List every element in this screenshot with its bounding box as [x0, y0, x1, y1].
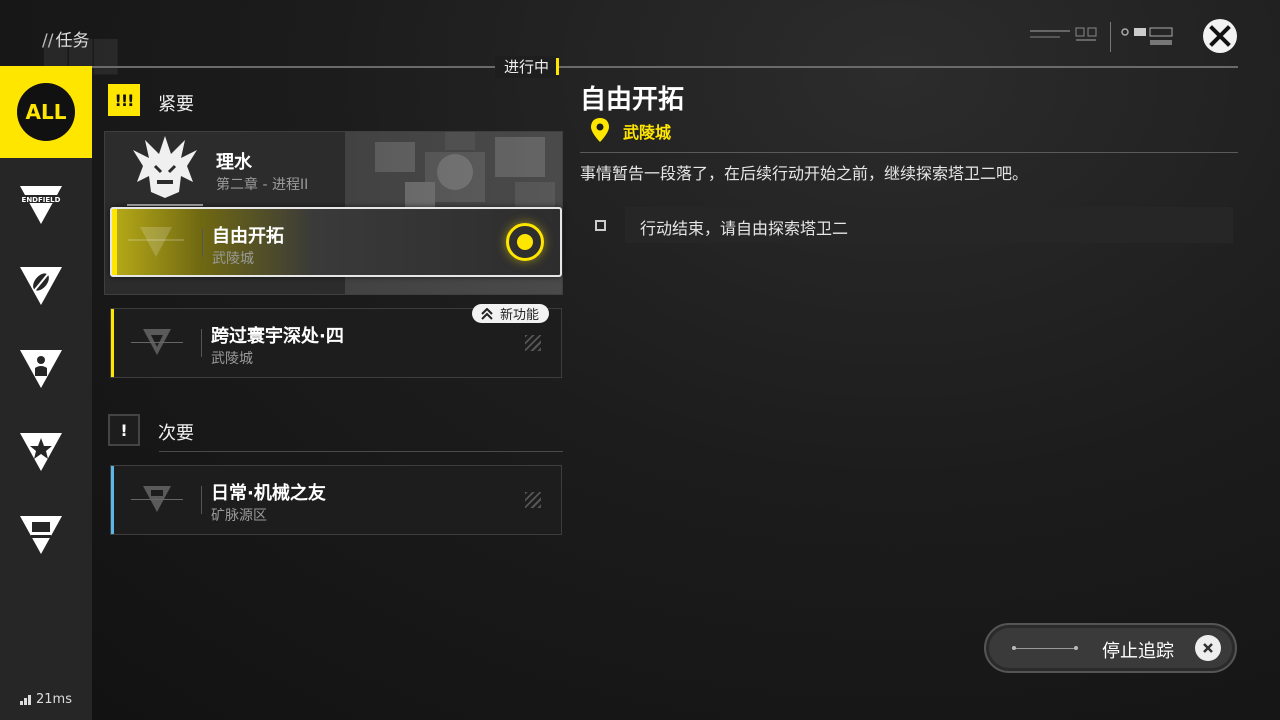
page-title-text: 任务 — [55, 31, 90, 51]
chevron-up-icon — [481, 307, 493, 320]
network-latency: 21ms — [20, 692, 72, 707]
urgent-section-label: 紧要 — [158, 94, 194, 115]
leaf-icon[interactable] — [18, 263, 64, 309]
urgent-badge: !!! — [108, 84, 140, 116]
location-pin-icon — [591, 118, 609, 142]
endfield-icon[interactable]: ENDFIELD — [18, 182, 64, 228]
hud-decoration-icon — [1030, 27, 1097, 41]
detail-location: 武陵城 — [623, 123, 672, 142]
star-icon[interactable] — [18, 429, 64, 475]
detail-title: 自由开拓 — [580, 85, 685, 115]
quest-title: 自由开拓 — [212, 226, 284, 247]
machine-icon[interactable] — [18, 512, 64, 558]
button-deco-line — [1012, 646, 1078, 650]
quest-location: 武陵城 — [212, 251, 254, 267]
quest-title: 跨过寰宇深处·四 — [211, 326, 344, 347]
quest-urgent-bar — [111, 309, 114, 377]
person-icon[interactable] — [18, 346, 64, 392]
chapter-title: 理水 — [216, 152, 252, 173]
endfield-emblem-icon — [128, 227, 184, 257]
tab-in-progress-label: 进行中 — [504, 58, 550, 76]
tab-active-marker — [556, 58, 560, 75]
new-feature-badge: 新功能 — [472, 304, 550, 323]
tracking-target-icon[interactable] — [506, 223, 544, 261]
page-title: //任务 — [42, 31, 90, 51]
card-divider — [201, 329, 202, 357]
card-divider — [201, 486, 202, 514]
ping-value: 21ms — [36, 692, 72, 707]
endfield-emblem-icon — [131, 329, 183, 355]
card-hatch-decoration — [525, 492, 541, 508]
minor-section-label: 次要 — [158, 423, 194, 444]
tab-in-progress[interactable]: 进行中 — [495, 56, 560, 78]
close-icon — [1209, 25, 1231, 47]
quest-minor-bar — [111, 466, 114, 534]
tracking-dot — [517, 234, 533, 250]
signal-icon — [20, 694, 31, 705]
sidebar-item-all-label: ALL — [17, 83, 75, 141]
quest-card[interactable]: 日常·机械之友 矿脉源区 — [110, 465, 562, 535]
hud-separator — [1110, 22, 1111, 52]
hud-indicator-icon — [1121, 27, 1173, 45]
detail-description: 事情暂告一段落了，在后续行动开始之前，继续探索塔卫二吧。 — [580, 164, 1029, 183]
quest-title: 日常·机械之友 — [211, 483, 326, 504]
quest-location: 矿脉源区 — [211, 508, 267, 524]
sidebar-item-endfield-label: ENDFIELD — [22, 196, 61, 204]
stop-tracking-label: 停止追踪 — [1102, 641, 1174, 662]
machine-emblem-icon — [131, 486, 183, 512]
card-divider — [202, 229, 203, 257]
detail-divider — [580, 152, 1238, 153]
minor-badge: ! — [108, 414, 140, 446]
new-feature-label: 新功能 — [500, 308, 540, 323]
sidebar-item-all[interactable]: ALL — [0, 66, 92, 158]
stop-tracking-close-icon — [1195, 635, 1221, 661]
close-button[interactable] — [1203, 19, 1237, 53]
quest-urgent-bar — [112, 209, 117, 275]
header-divider — [92, 66, 1238, 68]
quest-card-selected[interactable]: 自由开拓 武陵城 — [110, 207, 562, 277]
minor-section-divider — [159, 451, 563, 452]
quest-location: 武陵城 — [211, 351, 253, 367]
objective-checkbox-icon — [595, 220, 606, 231]
objective-text: 行动结束，请自由探索塔卫二 — [640, 219, 849, 238]
chapter-progress: 第二章 - 进程II — [216, 177, 309, 193]
category-sidebar — [0, 66, 92, 720]
card-hatch-decoration — [525, 335, 541, 351]
